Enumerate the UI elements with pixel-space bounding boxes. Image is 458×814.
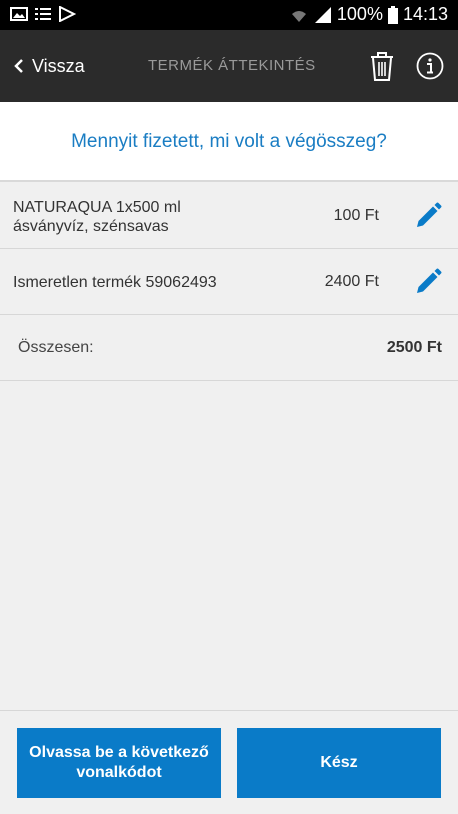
list-item: NATURAQUA 1x500 ml ásványvíz, szénsavas … [0,183,458,249]
play-store-notification-icon [59,6,76,22]
app-bar: Vissza TERMÉK ÁTTEKINTÉS [0,30,458,102]
item-name-line: Ismeretlen termék 59062493 [13,274,217,291]
done-button[interactable]: Kész [237,728,441,798]
back-button[interactable]: Vissza [14,30,85,102]
list-item: Ismeretlen termék 59062493 2400 Ft [0,249,458,315]
total-label: Összesen: [18,339,94,356]
wifi-icon [291,10,306,22]
chevron-left-icon [14,59,23,73]
trash-icon[interactable] [368,50,396,82]
scan-next-label-line: vonalkódot [76,764,162,781]
list-notification-icon [35,8,51,20]
clock: 14:13 [402,4,448,24]
total-value: 2500 Ft [386,339,442,356]
item-price: 2400 Ft [324,273,379,290]
status-right: 100% 14:13 [289,4,448,25]
scan-next-label: Olvassa be a következő vonalkódot [29,743,209,783]
done-label: Kész [320,754,358,771]
info-icon[interactable] [416,52,444,80]
battery-percent: 100% [336,4,383,24]
total-question: Mennyit fizetett, mi volt a végösszeg? [0,102,458,182]
total-row: Összesen: 2500 Ft [0,315,458,381]
bottom-action-bar: Olvassa be a következő vonalkódot Kész [0,710,458,814]
signal-icon [314,6,331,23]
item-name: NATURAQUA 1x500 ml ásványvíz, szénsavas [13,198,181,236]
battery-icon [387,5,398,24]
pencil-icon[interactable] [414,268,442,296]
status-bar: 100% 14:13 [0,0,458,30]
scan-next-barcode-button[interactable]: Olvassa be a következő vonalkódot [17,728,221,798]
scan-next-label-line: Olvassa be a következő [29,744,209,761]
back-label: Vissza [32,55,85,76]
pencil-icon[interactable] [414,202,442,230]
item-price: 100 Ft [333,207,379,224]
status-notifications [10,6,76,22]
page-title: TERMÉK ÁTTEKINTÉS [148,57,316,74]
item-name-line: ásványvíz, szénsavas [13,218,169,235]
image-notification-icon [10,7,28,21]
item-name: Ismeretlen termék 59062493 [13,273,217,292]
item-name-line: NATURAQUA 1x500 ml [13,199,181,216]
